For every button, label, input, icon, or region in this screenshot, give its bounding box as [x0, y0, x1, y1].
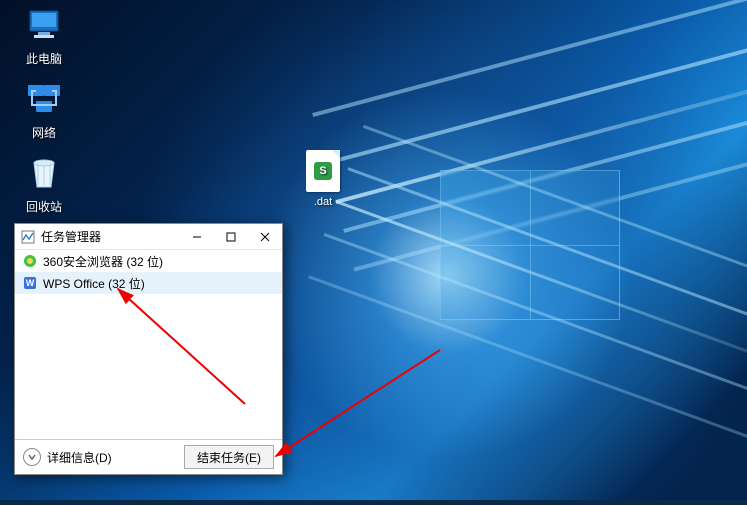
desktop-icon-network[interactable]: 网络 [6, 78, 82, 141]
title-bar[interactable]: 任务管理器 [15, 224, 282, 250]
desktop-file-label: .dat [293, 196, 353, 208]
minimize-button[interactable] [180, 224, 214, 250]
file-badge-icon: S [314, 162, 332, 180]
computer-icon [23, 4, 65, 46]
details-toggle[interactable]: 详细信息(D) [47, 449, 112, 466]
file-icon: S [306, 150, 340, 192]
task-manager-window: 任务管理器 360安全浏览器 (32 位) W WPS Office (32 位… [14, 223, 283, 475]
window-title: 任务管理器 [41, 228, 101, 245]
task-manager-icon [21, 230, 35, 244]
end-task-label: 结束任务(E) [197, 449, 261, 466]
desktop-icon-label: 网络 [6, 124, 82, 141]
desktop-file-dat[interactable]: S .dat [293, 150, 353, 208]
end-task-button[interactable]: 结束任务(E) [184, 445, 274, 469]
svg-text:W: W [26, 278, 35, 288]
process-row[interactable]: 360安全浏览器 (32 位) [15, 250, 282, 272]
desktop-icon-label: 回收站 [6, 198, 82, 215]
maximize-button[interactable] [214, 224, 248, 250]
network-icon [23, 78, 65, 120]
wallpaper-decoration [440, 170, 620, 320]
recycle-bin-icon [23, 152, 65, 194]
desktop-icon-this-pc[interactable]: 此电脑 [6, 4, 82, 67]
process-list: 360安全浏览器 (32 位) W WPS Office (32 位) [15, 250, 282, 440]
process-row[interactable]: W WPS Office (32 位) [15, 272, 282, 294]
process-name: WPS Office (32 位) [43, 275, 145, 292]
close-button[interactable] [248, 224, 282, 250]
status-bar: 详细信息(D) 结束任务(E) [15, 440, 282, 474]
chevron-down-icon[interactable] [23, 448, 41, 466]
desktop-icon-label: 此电脑 [6, 50, 82, 67]
wps-icon: W [23, 276, 37, 290]
browser-icon [23, 254, 37, 268]
desktop-icon-recycle-bin[interactable]: 回收站 [6, 152, 82, 215]
process-name: 360安全浏览器 (32 位) [43, 253, 163, 270]
